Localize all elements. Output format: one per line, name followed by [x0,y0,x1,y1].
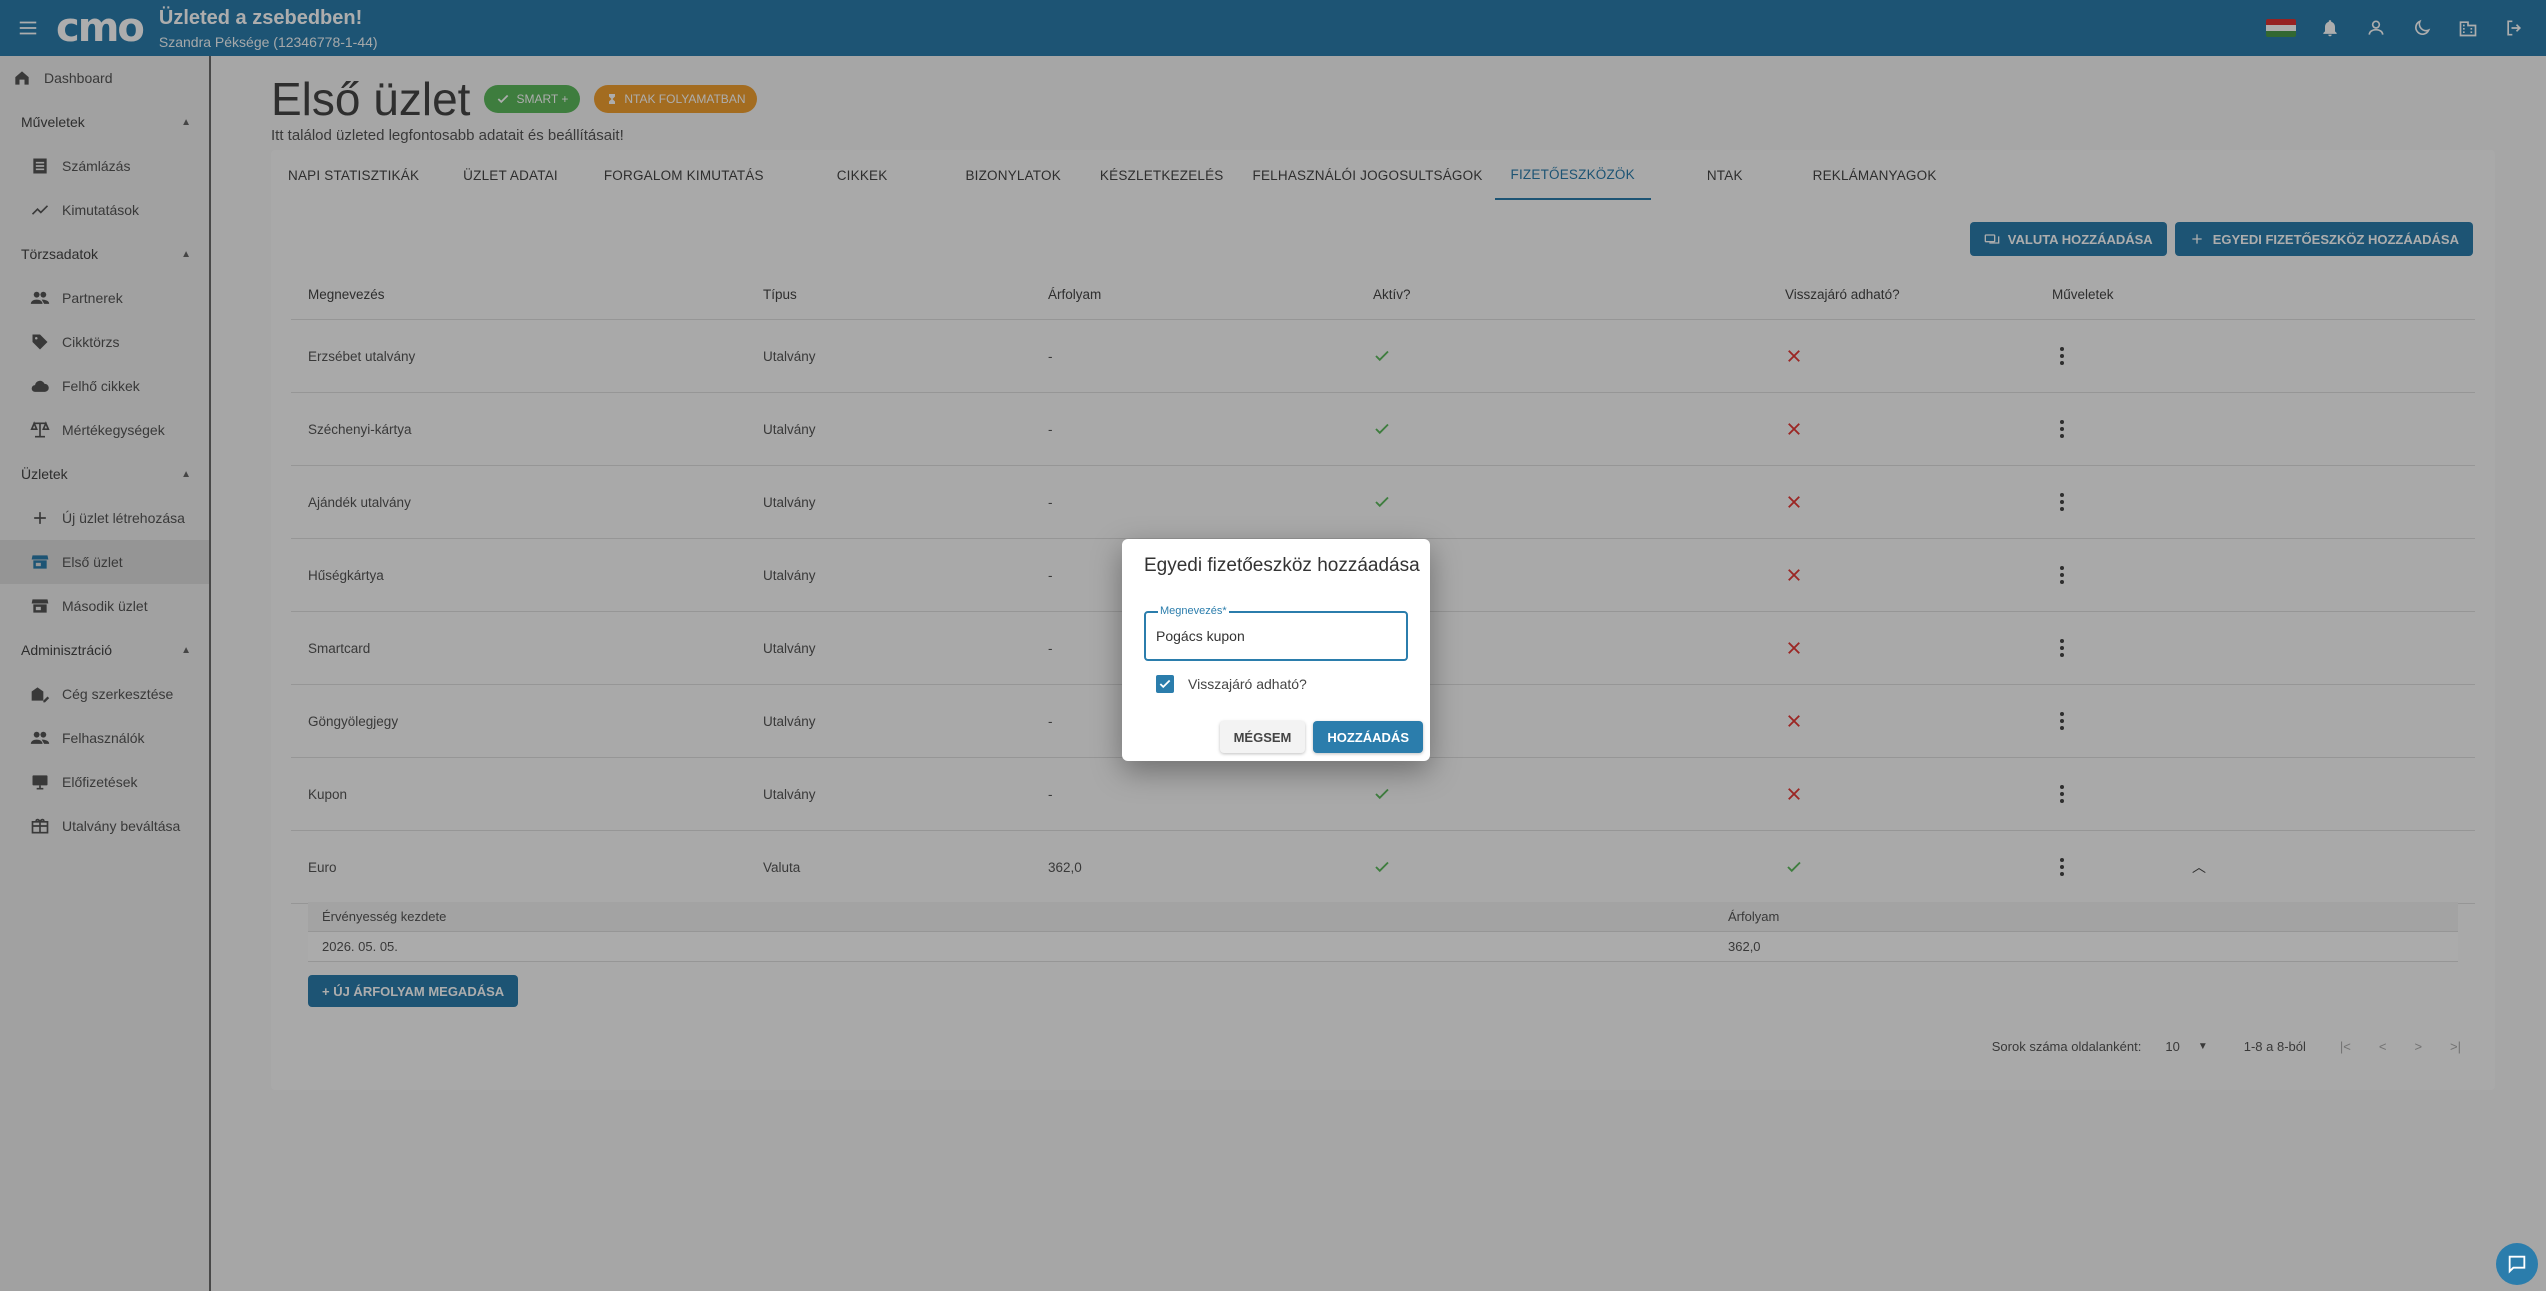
submit-button[interactable]: HOZZÁADÁS [1313,721,1423,753]
change-allowed-checkbox[interactable] [1156,675,1174,693]
name-field-label: Megnevezés* [1158,605,1229,617]
add-custom-payment-dialog: Egyedi fizetőeszköz hozzáadása Megnevezé… [1122,539,1430,761]
cancel-button[interactable]: MÉGSEM [1219,721,1306,753]
name-field: Megnevezés* [1144,605,1408,661]
chat-support-button[interactable] [2496,1243,2538,1285]
dialog-title: Egyedi fizetőeszköz hozzáadása [1144,555,1420,576]
chat-icon [2508,1255,2526,1274]
name-input[interactable] [1156,625,1396,647]
check-icon [1159,679,1171,689]
checkbox-label[interactable]: Visszajáró adható? [1188,676,1307,692]
